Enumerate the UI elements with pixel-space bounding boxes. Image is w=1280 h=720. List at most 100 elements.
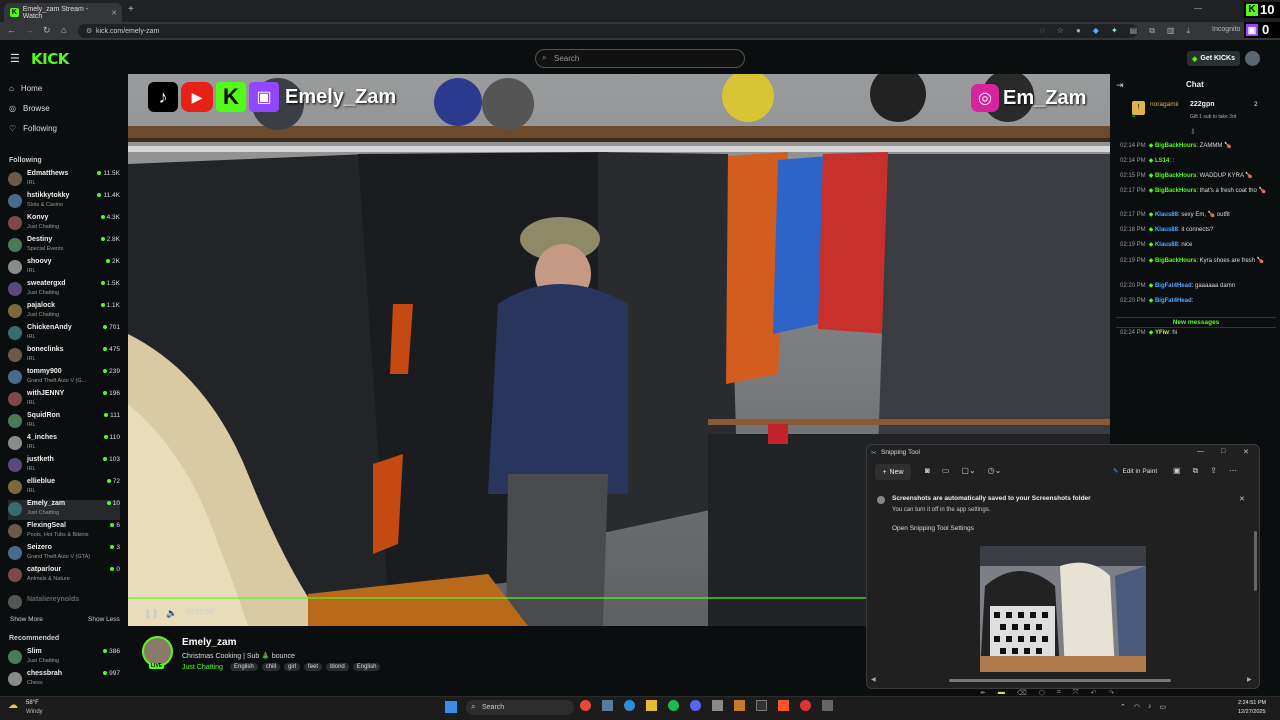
snipping-tool-taskbar-icon[interactable] bbox=[822, 700, 833, 711]
extension-icon[interactable]: ▤ bbox=[1130, 26, 1138, 36]
sidebar-channel[interactable]: tommy900 Grand Theft Auto V (G... 239 bbox=[8, 368, 120, 388]
taskbar-search[interactable]: ⌕ Search bbox=[466, 700, 574, 715]
brave-icon[interactable] bbox=[778, 700, 789, 711]
sidebar-channel[interactable]: FlexingSeal Pools, Hot Tubs & Bikinis 6 bbox=[8, 522, 120, 542]
sidebar-channel[interactable]: SquidRon IRL 111 bbox=[8, 412, 120, 432]
save-icon[interactable]: ▣ bbox=[1173, 466, 1181, 476]
task-view-icon[interactable] bbox=[602, 700, 613, 711]
stream-tag[interactable]: girl bbox=[284, 663, 301, 671]
stream-tag[interactable]: chill bbox=[261, 663, 281, 671]
pause-icon[interactable]: ❚❚ bbox=[144, 608, 159, 619]
chrome-icon[interactable] bbox=[580, 700, 591, 711]
camera-icon[interactable]: ◙ bbox=[925, 466, 930, 475]
sidepanel-icon[interactable]: ▥ bbox=[1167, 26, 1175, 36]
open-settings-link[interactable]: Open Snipping Tool Settings bbox=[892, 525, 974, 532]
sidebar-channel[interactable]: justketh IRL 103 bbox=[8, 456, 120, 476]
chat-username[interactable]: Klaus88 bbox=[1155, 212, 1178, 218]
sidebar-channel[interactable]: ellieblue IRL 72 bbox=[8, 478, 120, 498]
rectangle-mode-icon[interactable]: ▢⌄ bbox=[961, 466, 975, 475]
chat-username[interactable]: BigFat4Head bbox=[1155, 298, 1192, 304]
window-minimize-icon[interactable]: — bbox=[1197, 448, 1204, 455]
terminal-icon[interactable] bbox=[756, 700, 767, 711]
chat-username[interactable]: BigBackHours bbox=[1155, 173, 1196, 179]
timer-icon[interactable]: ◷⌄ bbox=[988, 466, 1002, 475]
share-icon[interactable]: ⇪ bbox=[1210, 466, 1217, 476]
sidebar-channel[interactable]: hstikkytokky Slots & Casino 11.4K bbox=[8, 192, 120, 212]
opera-icon[interactable] bbox=[800, 700, 811, 711]
sidebar-item-home[interactable]: ⌂ Home bbox=[9, 84, 42, 93]
discord-icon[interactable] bbox=[690, 700, 701, 711]
stream-tag[interactable]: English bbox=[230, 663, 258, 671]
collapse-chat-icon[interactable]: ⇥ bbox=[1116, 80, 1124, 91]
stream-tag[interactable]: feet bbox=[304, 663, 323, 671]
window-close-icon[interactable]: ✕ bbox=[1243, 448, 1249, 456]
windows-start-icon[interactable] bbox=[445, 701, 457, 713]
chat-username[interactable]: LS14 bbox=[1155, 158, 1169, 164]
app-icon[interactable] bbox=[734, 700, 745, 711]
edit-in-paint-button[interactable]: ✎ Edit in Paint bbox=[1113, 467, 1157, 476]
chat-username[interactable]: BigFat4Head bbox=[1155, 283, 1192, 289]
offline-channel[interactable]: Nataliereynolds bbox=[8, 593, 120, 613]
sidebar-channel[interactable]: sweatergxd Just Chatting 1.5K bbox=[8, 280, 120, 300]
battery-icon[interactable]: ▭ bbox=[1159, 703, 1166, 711]
sidebar-channel[interactable]: Seizero Grand Theft Auto V (GTA) 3 bbox=[8, 544, 120, 564]
scroll-right-icon[interactable]: ▶ bbox=[1247, 676, 1252, 683]
streamer-name[interactable]: Emely_zam bbox=[182, 637, 236, 648]
sidebar-channel[interactable]: 4_inches IRL 110 bbox=[8, 434, 120, 454]
forward-icon[interactable]: → bbox=[25, 25, 34, 35]
site-info-icon[interactable]: ⚙ bbox=[86, 27, 92, 35]
chat-username[interactable]: YFiw bbox=[1155, 330, 1169, 336]
download-icon[interactable]: ⤓ bbox=[1186, 26, 1190, 36]
home-browser-icon[interactable]: ⌂ bbox=[61, 25, 66, 35]
extension-icon[interactable]: ◆ bbox=[1093, 26, 1099, 36]
sidebar-channel[interactable]: ChickenAndy IRL 701 bbox=[8, 324, 120, 344]
star-icon[interactable]: ☆ bbox=[1057, 26, 1064, 36]
file-explorer-icon[interactable] bbox=[646, 700, 657, 711]
new-tab-icon[interactable]: + bbox=[128, 4, 134, 15]
sidebar-channel[interactable]: shoovy IRL 2K bbox=[8, 258, 120, 278]
tray-chevron-icon[interactable]: ⌃ bbox=[1120, 703, 1126, 711]
sidebar-item-following[interactable]: ♡ Following bbox=[9, 124, 57, 133]
wifi-icon[interactable]: ◠ bbox=[1134, 703, 1140, 711]
pinned-gift-banner[interactable]: ! noragamii 222gpn 2 5 Gift 1 sub to tak… bbox=[1116, 96, 1274, 126]
minimize-window-icon[interactable]: — bbox=[1194, 4, 1202, 13]
sidebar-item-browse[interactable]: ◎ Browse bbox=[9, 104, 50, 113]
sidebar-channel[interactable]: pajalock Just Chatting 1.1K bbox=[8, 302, 120, 322]
more-options-icon[interactable]: ⋯ bbox=[1229, 466, 1237, 476]
sidebar-channel[interactable]: catparlour Animals & Nature 0 bbox=[8, 566, 120, 586]
show-more-button[interactable]: Show More bbox=[10, 616, 43, 623]
window-maximize-icon[interactable]: □ bbox=[1221, 448, 1225, 455]
get-kicks-button[interactable]: ◈ Get KICKs bbox=[1187, 51, 1240, 66]
screenshot-preview[interactable] bbox=[980, 546, 1146, 672]
sidebar-channel[interactable]: Destiny Special Events 2.8K bbox=[8, 236, 120, 256]
sidebar-channel[interactable]: Edmatthews IRL 11.5K bbox=[8, 170, 120, 190]
expand-pinned-icon[interactable]: ⇩ bbox=[1190, 128, 1196, 136]
chat-username[interactable]: Klaus88 bbox=[1155, 242, 1178, 248]
edge-icon[interactable] bbox=[624, 700, 635, 711]
copy-icon[interactable]: ⧉ bbox=[1193, 466, 1199, 476]
sidebar-channel[interactable]: chessbrah Chess 997 bbox=[8, 670, 120, 690]
horizontal-scrollbar[interactable] bbox=[949, 679, 1171, 682]
chat-username[interactable]: Klaus88 bbox=[1155, 227, 1178, 233]
new-snip-button[interactable]: + New bbox=[875, 464, 911, 480]
chat-username[interactable]: BigBackHours bbox=[1155, 258, 1196, 264]
browser-tab[interactable]: K Emely_zam Stream - Watch ✕ bbox=[4, 3, 122, 22]
dismiss-notice-icon[interactable]: ✕ bbox=[1239, 495, 1245, 503]
eye-off-icon[interactable]: ◌ bbox=[1040, 26, 1045, 36]
menu-icon[interactable]: ☰ bbox=[10, 52, 20, 65]
sidebar-channel[interactable]: Emely_zam Just Chatting 10 bbox=[8, 500, 120, 520]
search-input[interactable]: ⌕ Search bbox=[535, 49, 745, 68]
stream-category-link[interactable]: Just Chatting bbox=[182, 664, 223, 671]
user-avatar[interactable] bbox=[1245, 51, 1260, 66]
volume-icon[interactable]: 🔈 bbox=[166, 608, 177, 619]
app-icon[interactable] bbox=[712, 700, 723, 711]
reload-icon[interactable]: ↻ bbox=[43, 25, 51, 36]
sidebar-channel[interactable]: boneclinks IRL 475 bbox=[8, 346, 120, 366]
extension-icon[interactable]: ● bbox=[1076, 26, 1081, 36]
video-record-icon[interactable]: ▭ bbox=[942, 466, 950, 475]
show-less-button[interactable]: Show Less bbox=[88, 616, 120, 623]
vertical-scrollbar[interactable] bbox=[1254, 531, 1257, 591]
sidebar-channel[interactable]: Slim Just Chatting 386 bbox=[8, 648, 120, 668]
chat-username[interactable]: BigBackHours bbox=[1155, 143, 1196, 149]
speaker-icon[interactable]: ♪ bbox=[1148, 703, 1152, 711]
